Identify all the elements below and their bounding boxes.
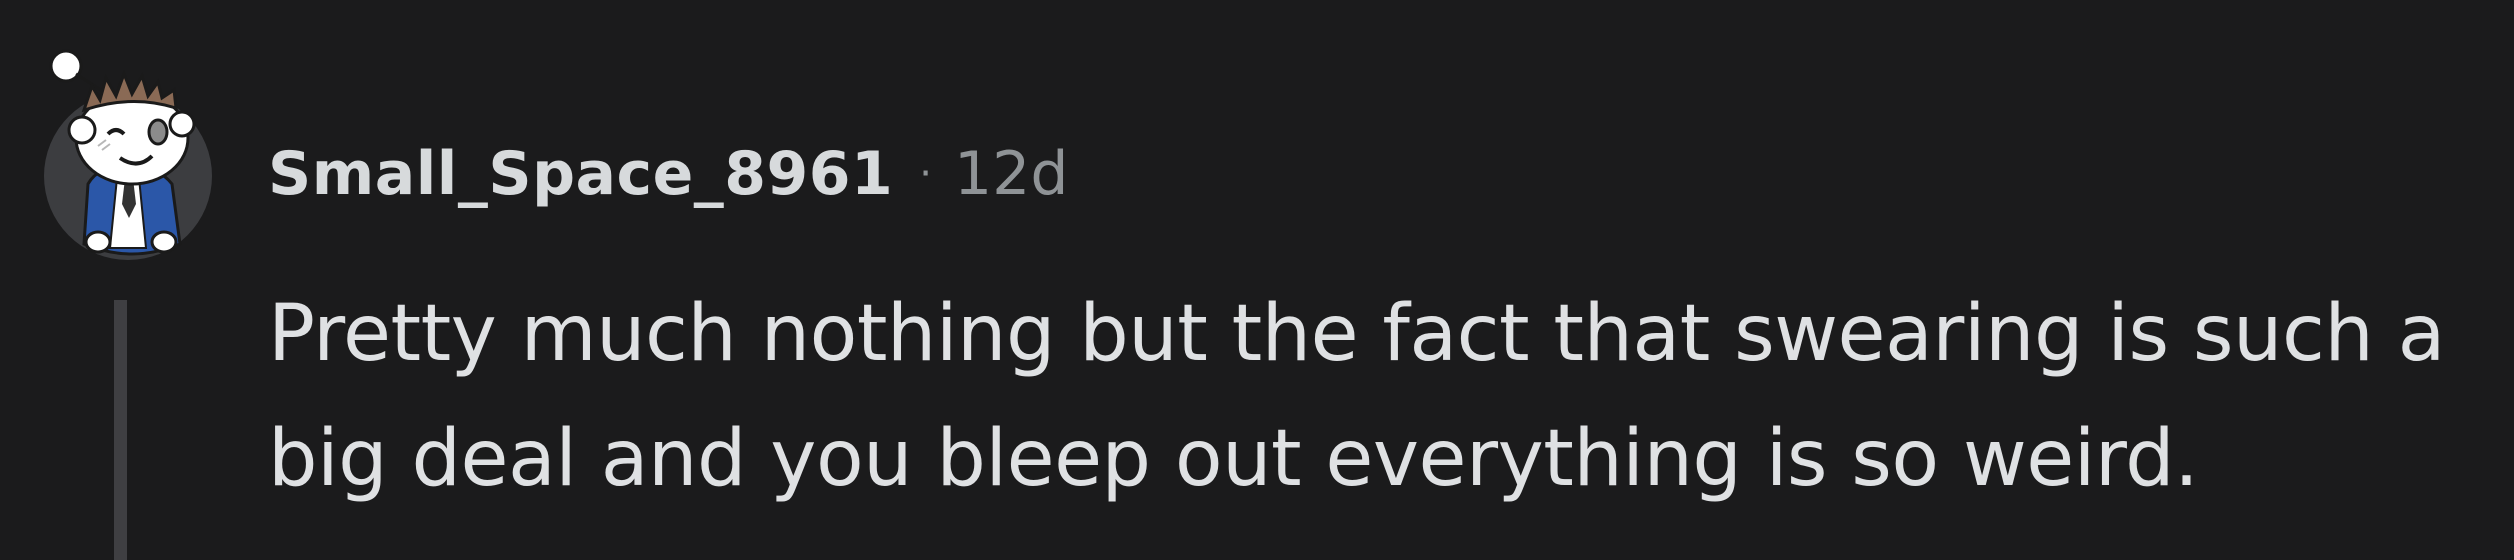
- username-link[interactable]: Small_Space_8961: [268, 139, 893, 209]
- comment-meta: Small_Space_8961 · 12d: [268, 130, 1068, 218]
- snoo-avatar-icon: [49, 49, 196, 256]
- user-avatar[interactable]: [40, 34, 220, 260]
- comment-age[interactable]: 12d: [954, 139, 1068, 209]
- meta-separator: ·: [919, 151, 932, 197]
- comment-body: Pretty much nothing but the fact that sw…: [268, 289, 2445, 504]
- thread-line[interactable]: [114, 300, 127, 560]
- comment: Small_Space_8961 · 12d Pretty much nothi…: [0, 0, 2514, 560]
